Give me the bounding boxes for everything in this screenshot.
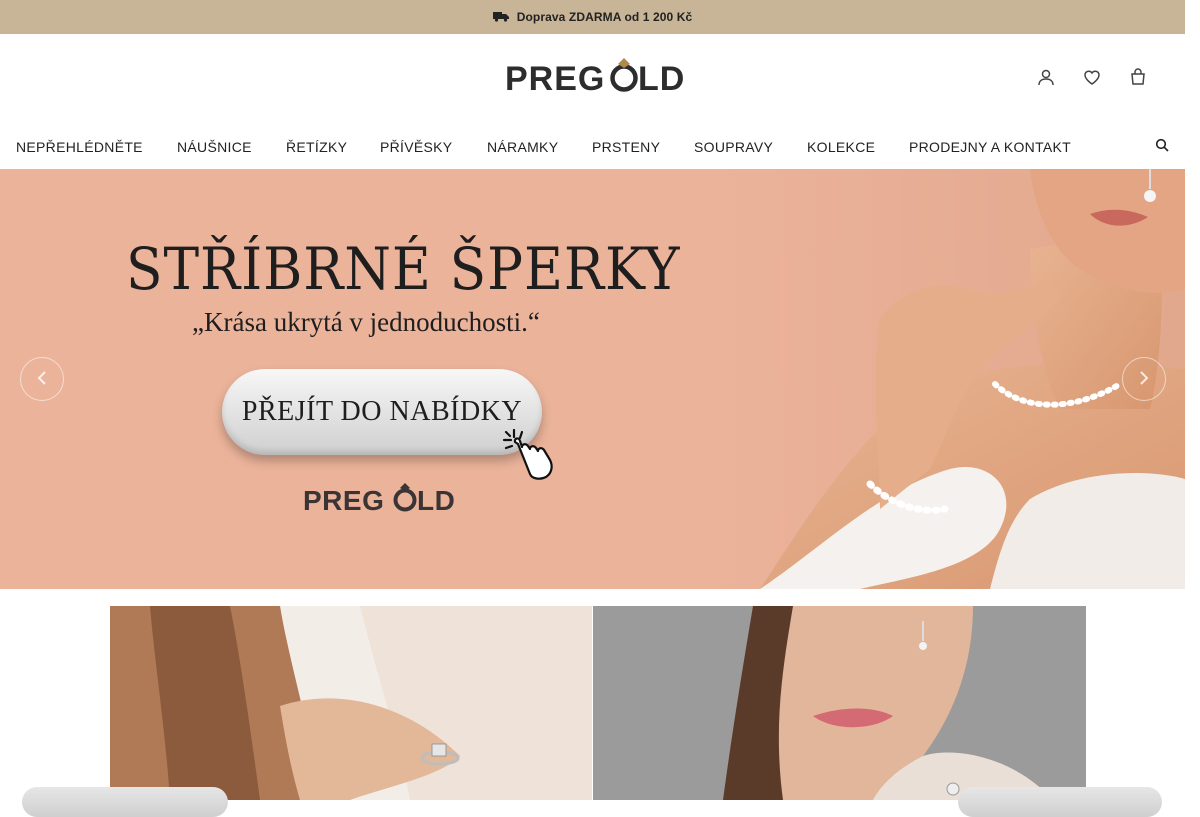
slider-next-button[interactable]	[1122, 357, 1166, 401]
wishlist-link[interactable]	[1083, 68, 1101, 86]
sets-model-image	[593, 606, 1086, 800]
nav-item-privesky[interactable]: PŘÍVĚSKY	[380, 139, 452, 155]
slider-prev-button[interactable]	[20, 357, 64, 401]
hero-title: STŘÍBRNÉ ŠPERKY	[126, 235, 681, 303]
shop-now-button[interactable]: PŘEJÍT DO NABÍDKY	[222, 369, 542, 455]
cart-link[interactable]	[1129, 68, 1147, 86]
nav-item-kolekce[interactable]: KOLEKCE	[807, 139, 875, 155]
cart-icon	[1129, 68, 1147, 86]
svg-text:LD: LD	[417, 485, 455, 516]
shop-now-label: PŘEJÍT DO NABÍDKY	[241, 396, 523, 427]
site-header: PREG LD	[0, 34, 1185, 126]
category-tile-sets[interactable]	[593, 606, 1086, 800]
nav-item-prodejny-a-kontakt[interactable]: PRODEJNY A KONTAKT	[909, 139, 1071, 155]
chevron-left-icon	[37, 370, 47, 388]
account-link[interactable]	[1037, 68, 1055, 86]
category-label-pill-right[interactable]	[958, 787, 1162, 817]
nav-item-nausnice[interactable]: NÁUŠNICE	[177, 139, 252, 155]
category-tiles	[0, 589, 1185, 817]
category-tile-rings[interactable]	[110, 606, 592, 800]
rings-model-image	[110, 606, 592, 800]
nav-item-soupravy[interactable]: SOUPRAVY	[694, 139, 773, 155]
pointer-hand-icon	[500, 426, 556, 482]
pregold-logo[interactable]: PREG LD	[505, 56, 690, 100]
svg-text:PREG: PREG	[505, 60, 605, 98]
search-icon[interactable]	[1155, 138, 1169, 152]
hero-pregold-logo: PREG LD	[303, 482, 461, 518]
nav-item-retizky[interactable]: ŘETÍZKY	[286, 139, 347, 155]
svg-text:LD: LD	[638, 60, 685, 98]
svg-text:PREG: PREG	[303, 485, 384, 516]
shipping-text: Doprava ZDARMA od 1 200 Kč	[516, 10, 693, 24]
hero-banner[interactable]: STŘÍBRNÉ ŠPERKY „Krása ukrytá v jednoduc…	[0, 169, 1185, 589]
nav-item-prsteny[interactable]: PRSTENY	[592, 139, 660, 155]
shipping-announcement-bar: Doprava ZDARMA od 1 200 Kč	[0, 0, 1185, 34]
category-label-pill-left[interactable]	[22, 787, 228, 817]
user-icon	[1037, 68, 1055, 86]
hero-subtitle: „Krása ukrytá v jednoduchosti.“	[192, 307, 540, 337]
nav-item-neprehlednete[interactable]: NEPŘEHLÉDNĚTE	[16, 139, 143, 155]
main-navigation: NEPŘEHLÉDNĚTE NÁUŠNICE ŘETÍZKY PŘÍVĚSKY …	[0, 126, 1185, 169]
truck-icon	[492, 10, 509, 25]
chevron-right-icon	[1139, 370, 1149, 388]
nav-item-naramky[interactable]: NÁRAMKY	[487, 139, 558, 155]
hero-model-image	[0, 169, 1185, 589]
heart-icon	[1083, 68, 1101, 86]
